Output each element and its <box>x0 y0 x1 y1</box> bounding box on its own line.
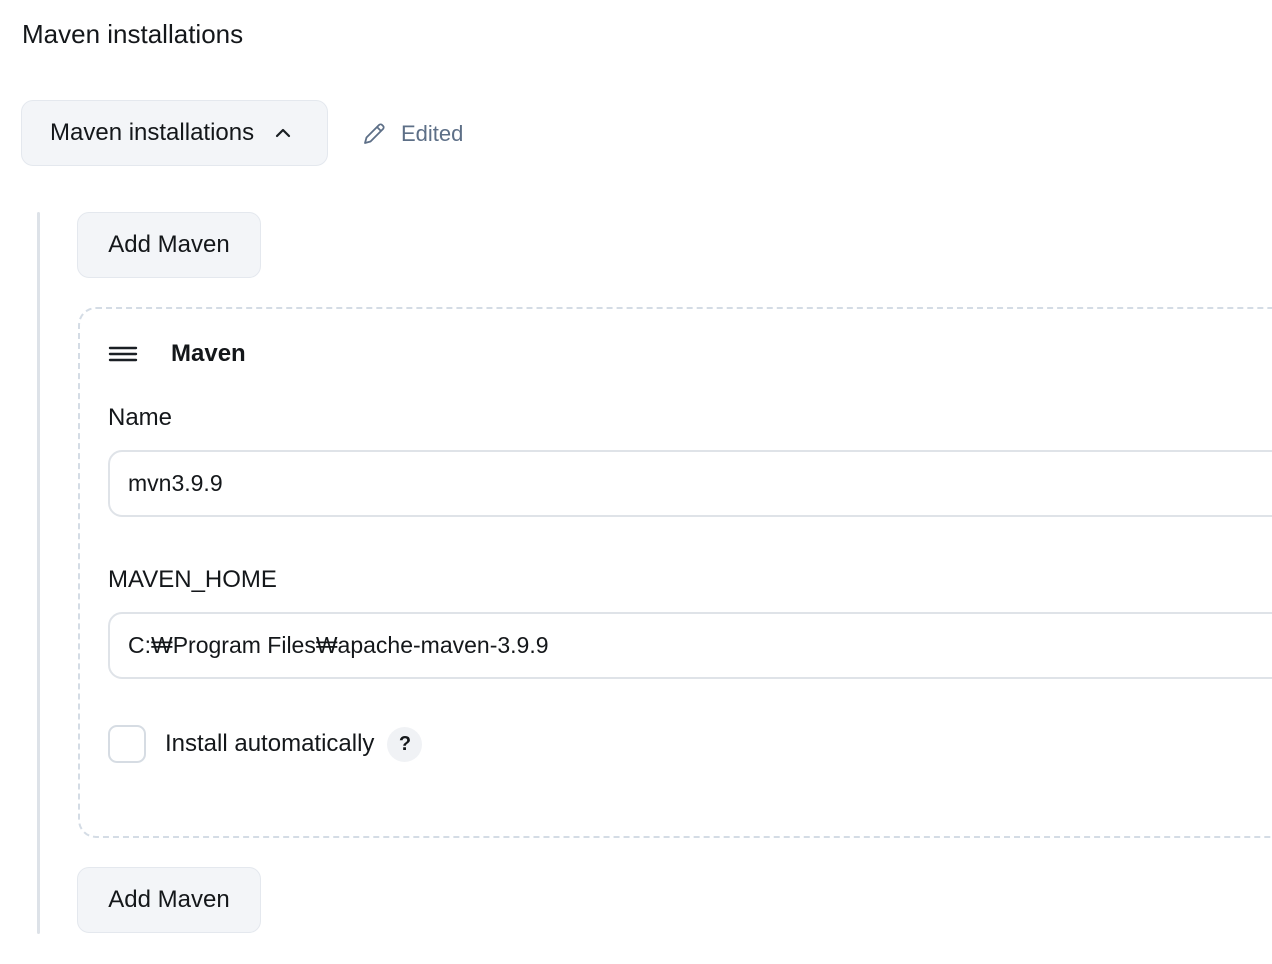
edited-status-label: Edited <box>401 121 464 146</box>
name-field-label: Name <box>108 404 173 431</box>
installation-card-header: Maven <box>108 336 246 372</box>
installation-card-title: Maven <box>171 340 246 367</box>
pencil-icon <box>361 121 387 147</box>
maven-home-input[interactable] <box>108 612 1272 679</box>
install-automatically-row: Install automatically ? <box>108 724 423 764</box>
name-input[interactable] <box>108 450 1272 517</box>
edited-status: Edited <box>361 118 463 150</box>
maven-installations-page: Maven installations Maven installations … <box>0 0 1272 964</box>
section-title: Maven installations <box>22 19 244 49</box>
help-icon[interactable]: ? <box>387 726 423 762</box>
add-maven-button-bottom[interactable]: Add Maven <box>77 867 261 933</box>
chevron-up-icon <box>274 124 292 142</box>
install-automatically-label[interactable]: Install automatically <box>165 730 374 758</box>
nested-section-rule <box>37 212 40 934</box>
maven-installations-toggle-button[interactable]: Maven installations <box>21 100 328 166</box>
toggle-button-label: Maven installations <box>50 119 255 146</box>
drag-handle-icon[interactable] <box>108 343 138 365</box>
maven-home-field-label: MAVEN_HOME <box>108 566 277 593</box>
install-automatically-checkbox[interactable] <box>108 725 146 763</box>
add-maven-button-top[interactable]: Add Maven <box>77 212 261 278</box>
